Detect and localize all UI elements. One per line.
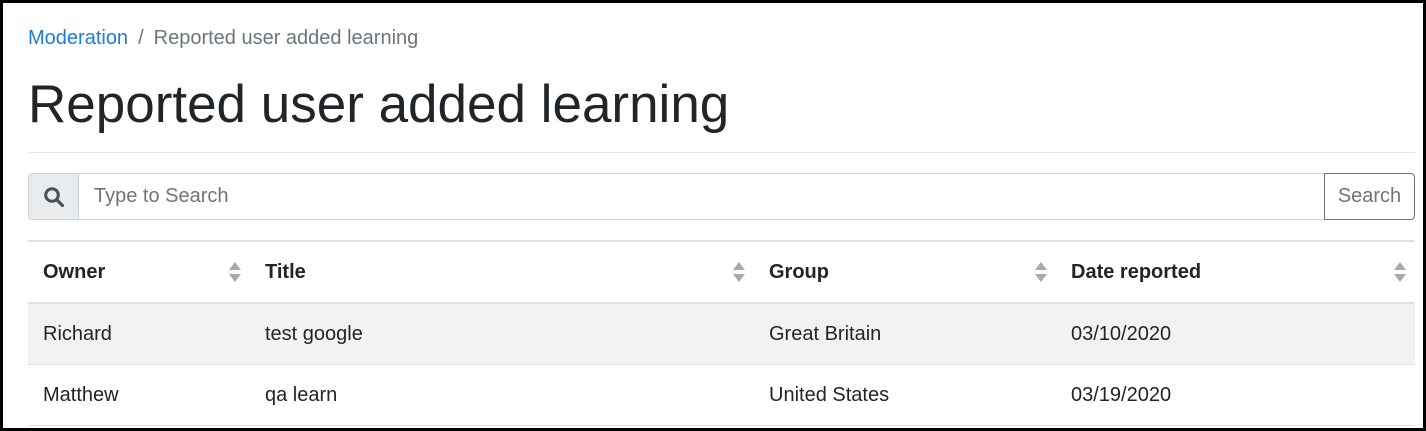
column-header-date-reported[interactable]: Date reported — [1056, 242, 1415, 304]
column-header-owner[interactable]: Owner — [28, 242, 250, 304]
cell-group: Great Britain — [754, 303, 1056, 365]
page-title: Reported user added learning — [28, 75, 730, 134]
page-frame: Moderation / Reported user added learning … — [0, 0, 1426, 431]
cell-title: test google — [250, 303, 754, 365]
cell-date-reported: 03/19/2020 — [1056, 364, 1415, 426]
cell-title: qa learn — [250, 364, 754, 426]
title-divider — [28, 152, 1415, 153]
column-header-label: Date reported — [1071, 260, 1202, 283]
table-row[interactable]: Matthew qa learn United States 03/19/202… — [28, 364, 1415, 426]
reported-learning-table: Owner Title Group Date reported Richard … — [28, 242, 1415, 426]
search-button[interactable]: Search — [1324, 173, 1415, 220]
sort-icon[interactable] — [1034, 261, 1048, 283]
column-header-label: Owner — [43, 260, 106, 283]
breadcrumb-separator: / — [138, 27, 144, 49]
sort-icon[interactable] — [228, 261, 242, 283]
search-input[interactable] — [79, 173, 1324, 220]
column-header-title[interactable]: Title — [250, 242, 754, 304]
breadcrumb-link-moderation[interactable]: Moderation — [28, 27, 128, 49]
cell-owner: Matthew — [28, 364, 250, 426]
table-row[interactable]: Richard test google Great Britain 03/10/… — [28, 303, 1415, 365]
table-header-row: Owner Title Group Date reported — [28, 242, 1415, 304]
sort-icon[interactable] — [1393, 261, 1407, 283]
column-header-group[interactable]: Group — [754, 242, 1056, 304]
column-header-label: Group — [769, 260, 829, 283]
breadcrumb-current: Reported user added learning — [153, 27, 419, 49]
sort-icon[interactable] — [732, 261, 746, 283]
column-header-label: Title — [265, 260, 306, 283]
search-bar: Search — [28, 173, 1415, 220]
cell-owner: Richard — [28, 303, 250, 365]
cell-group: United States — [754, 364, 1056, 426]
cell-date-reported: 03/10/2020 — [1056, 303, 1415, 365]
breadcrumb: Moderation / Reported user added learning — [28, 25, 418, 51]
search-icon — [28, 173, 79, 220]
